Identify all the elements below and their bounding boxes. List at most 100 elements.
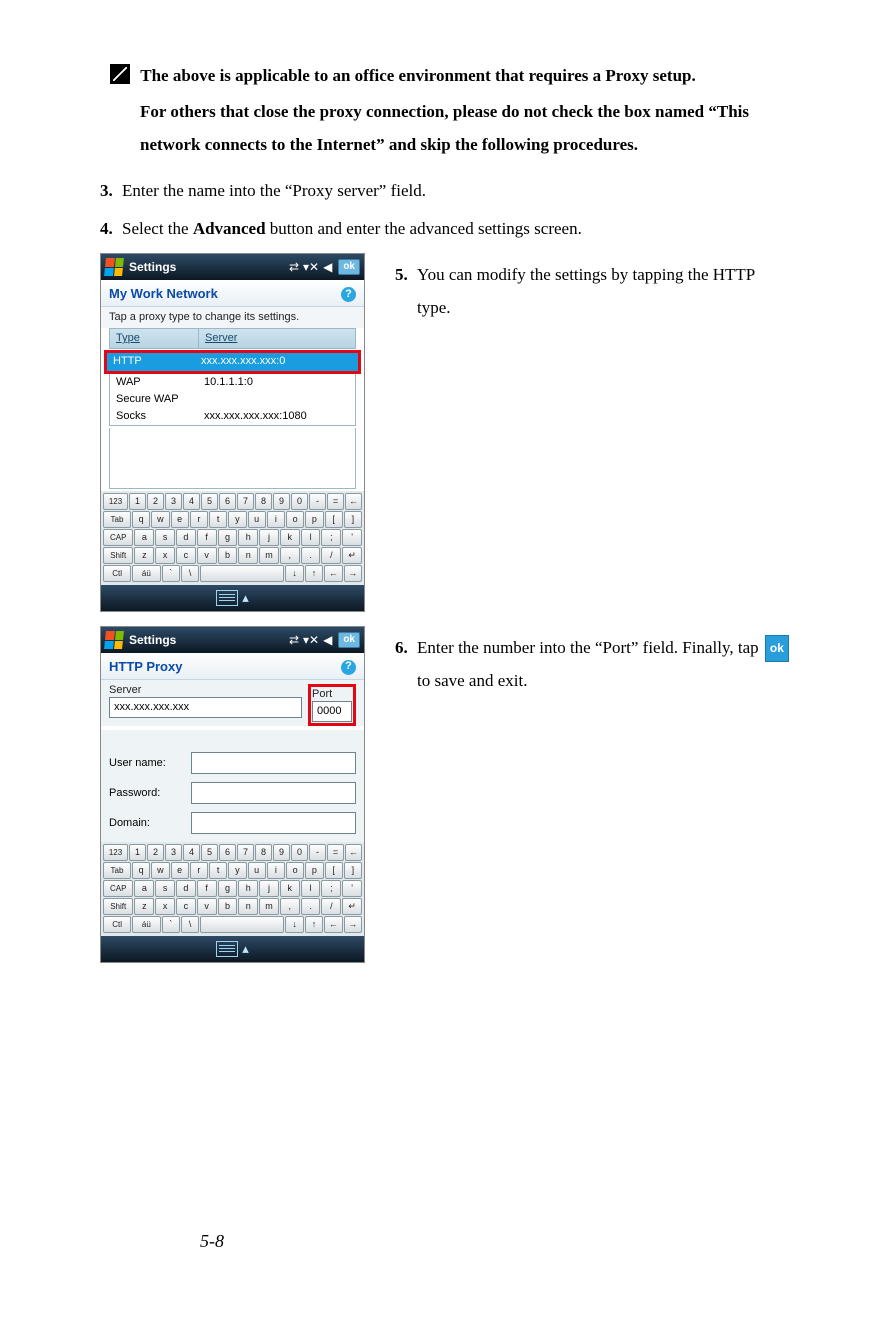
key[interactable]: \ [181, 916, 199, 933]
key[interactable]: Tab [103, 511, 131, 528]
key[interactable]: n [238, 898, 258, 915]
key[interactable]: 7 [237, 493, 254, 510]
key[interactable]: 0 [291, 493, 308, 510]
key[interactable]: o [286, 862, 304, 879]
key[interactable]: i [267, 511, 285, 528]
row-wap[interactable]: WAP 10.1.1.1:0 [110, 374, 355, 391]
key[interactable]: b [218, 547, 238, 564]
key[interactable]: b [218, 898, 238, 915]
key[interactable]: CAP [103, 880, 133, 897]
key[interactable]: f [197, 529, 217, 546]
key[interactable]: r [190, 862, 208, 879]
key[interactable]: t [209, 862, 227, 879]
key[interactable]: 1 [129, 493, 146, 510]
key[interactable]: h [238, 529, 258, 546]
key[interactable]: k [280, 880, 300, 897]
server-input[interactable]: xxx.xxx.xxx.xxx [109, 697, 302, 718]
key[interactable]: h [238, 880, 258, 897]
key[interactable]: , [280, 547, 300, 564]
key[interactable]: 7 [237, 844, 254, 861]
key[interactable]: p [305, 862, 323, 879]
key[interactable]: t [209, 511, 227, 528]
key[interactable]: = [327, 844, 344, 861]
key[interactable]: z [134, 547, 154, 564]
key[interactable]: CAP [103, 529, 133, 546]
key[interactable] [200, 916, 284, 933]
col-server[interactable]: Server [199, 329, 355, 348]
key[interactable]: g [218, 880, 238, 897]
key[interactable]: [ [325, 862, 343, 879]
key[interactable]: → [344, 565, 362, 582]
key[interactable]: → [344, 916, 362, 933]
key[interactable]: u [248, 862, 266, 879]
key[interactable]: . [301, 547, 321, 564]
key[interactable]: ↓ [285, 916, 303, 933]
key[interactable]: i [267, 862, 285, 879]
key[interactable]: = [327, 493, 344, 510]
key[interactable]: r [190, 511, 208, 528]
key[interactable]: ' [342, 880, 362, 897]
key[interactable]: 123 [103, 493, 128, 510]
key[interactable]: z [134, 898, 154, 915]
key[interactable]: ' [342, 529, 362, 546]
key[interactable]: e [171, 511, 189, 528]
key[interactable]: p [305, 511, 323, 528]
key[interactable]: ↑ [305, 916, 323, 933]
key[interactable]: g [218, 529, 238, 546]
col-type[interactable]: Type [110, 329, 199, 348]
chevron-up-icon[interactable]: ▴ [242, 941, 249, 957]
key[interactable]: / [321, 898, 341, 915]
key[interactable] [200, 565, 284, 582]
key[interactable]: y [228, 862, 246, 879]
keyboard-icon[interactable] [216, 590, 238, 606]
row-socks[interactable]: Socks xxx.xxx.xxx.xxx:1080 [110, 408, 355, 425]
key[interactable]: ↵ [342, 547, 362, 564]
key[interactable]: . [301, 898, 321, 915]
help-icon[interactable]: ? [341, 660, 356, 675]
chevron-up-icon[interactable]: ▴ [242, 590, 249, 606]
key[interactable]: 1 [129, 844, 146, 861]
key[interactable]: x [155, 898, 175, 915]
key[interactable]: v [197, 898, 217, 915]
row-secure-wap[interactable]: Secure WAP [110, 391, 355, 408]
key[interactable]: 4 [183, 493, 200, 510]
key[interactable]: f [197, 880, 217, 897]
key[interactable]: 4 [183, 844, 200, 861]
key[interactable]: 3 [165, 493, 182, 510]
key[interactable]: 8 [255, 844, 272, 861]
key[interactable]: ; [321, 880, 341, 897]
key[interactable]: ↑ [305, 565, 323, 582]
row-http[interactable]: HTTP xxx.xxx.xxx.xxx:0 [107, 353, 358, 370]
key[interactable]: m [259, 547, 279, 564]
key[interactable]: Shift [103, 547, 133, 564]
key[interactable]: \ [181, 565, 199, 582]
key[interactable]: ← [324, 916, 342, 933]
key[interactable]: 5 [201, 493, 218, 510]
key[interactable]: l [301, 529, 321, 546]
key[interactable]: 6 [219, 493, 236, 510]
key[interactable]: 123 [103, 844, 128, 861]
key[interactable]: 3 [165, 844, 182, 861]
key[interactable]: áü [132, 565, 160, 582]
key[interactable]: [ [325, 511, 343, 528]
key[interactable]: ↓ [285, 565, 303, 582]
key[interactable]: 5 [201, 844, 218, 861]
key[interactable]: 2 [147, 493, 164, 510]
soft-keyboard[interactable]: 1231234567890-=←Tabqwertyuiop[]CAPasdfgh… [101, 491, 364, 585]
key[interactable]: Ctl [103, 916, 131, 933]
key[interactable]: 9 [273, 493, 290, 510]
key[interactable]: u [248, 511, 266, 528]
key[interactable]: ↵ [342, 898, 362, 915]
password-input[interactable] [191, 782, 356, 804]
key[interactable]: 8 [255, 493, 272, 510]
key[interactable]: Ctl [103, 565, 131, 582]
key[interactable]: áü [132, 916, 160, 933]
help-icon[interactable]: ? [341, 287, 356, 302]
key[interactable]: q [132, 862, 150, 879]
key[interactable]: j [259, 529, 279, 546]
key[interactable]: , [280, 898, 300, 915]
key[interactable]: v [197, 547, 217, 564]
key[interactable]: / [321, 547, 341, 564]
ok-button[interactable]: ok [338, 259, 360, 275]
key[interactable]: 0 [291, 844, 308, 861]
